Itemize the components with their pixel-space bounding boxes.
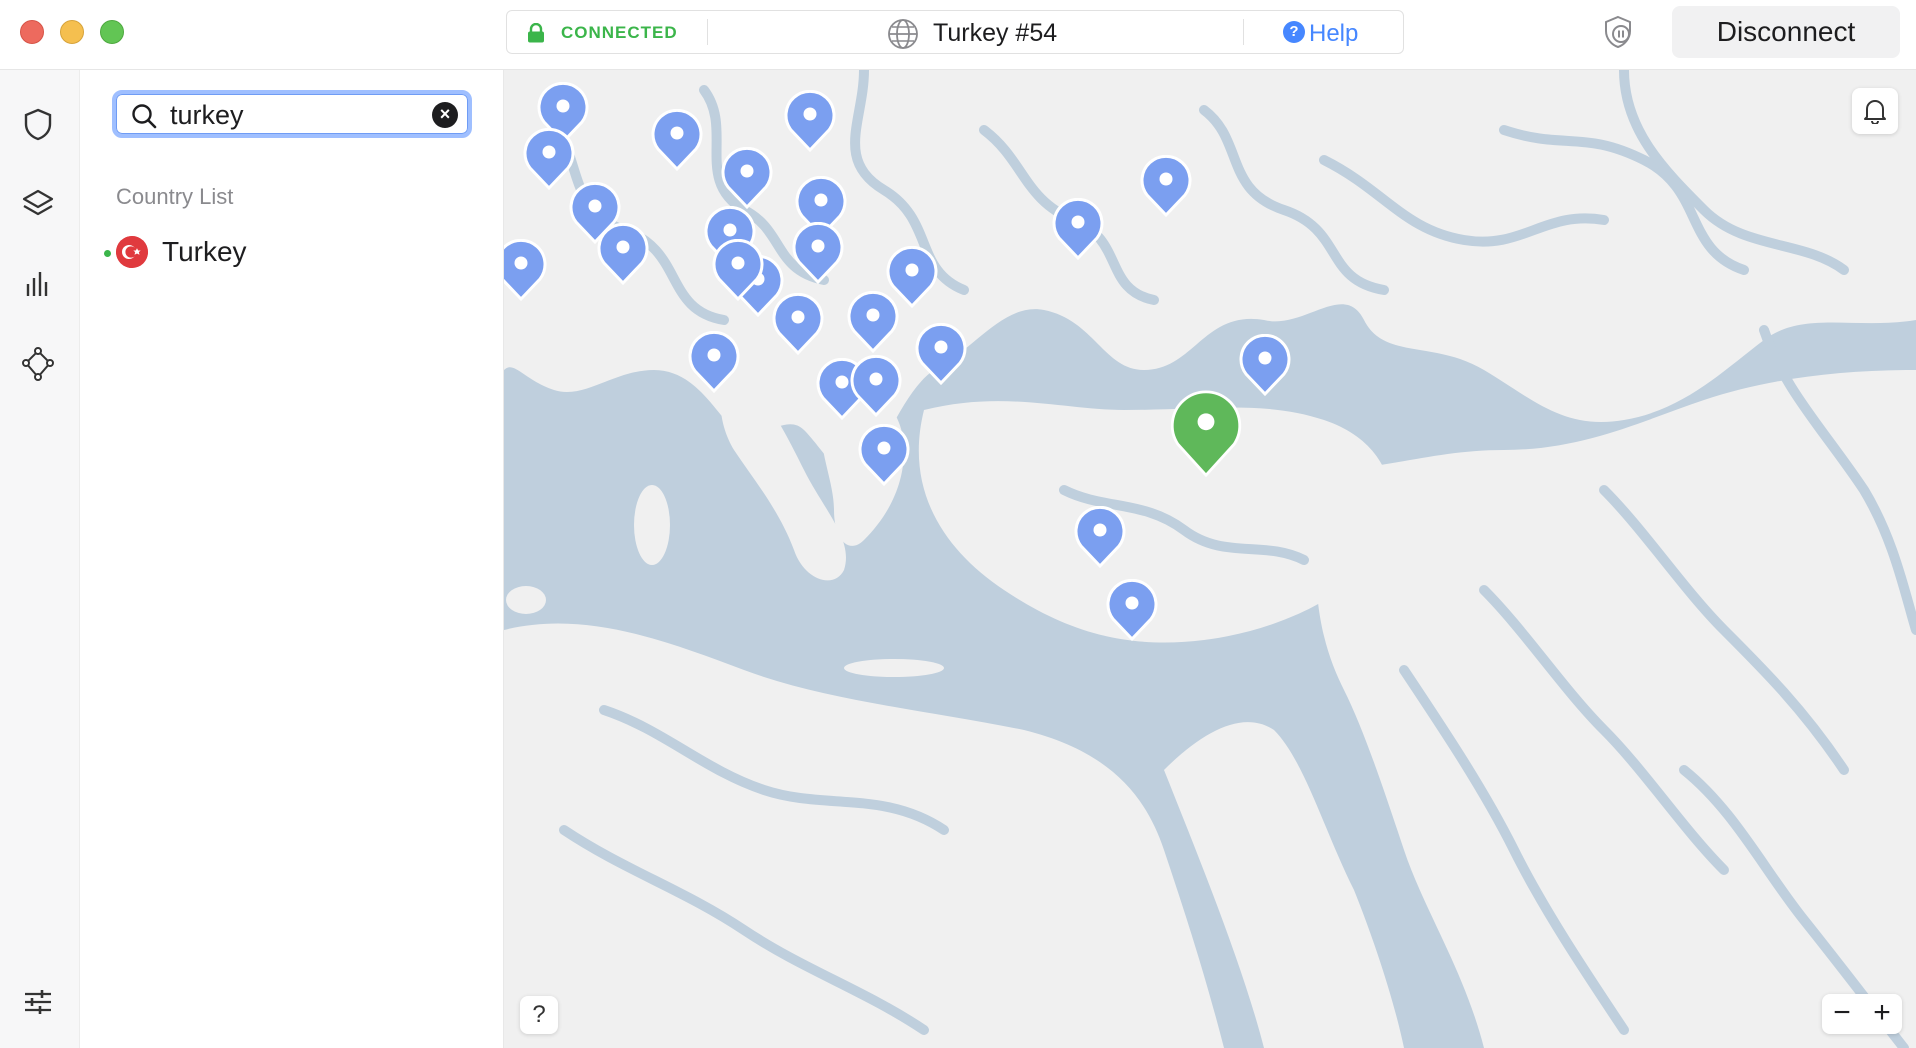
zoom-controls: − + — [1822, 994, 1902, 1034]
active-server-pin[interactable] — [1168, 388, 1244, 478]
connection-status-bar: CONNECTED Turkey #54 ? Help — [506, 10, 1404, 54]
help-icon[interactable]: ? — [1283, 21, 1305, 43]
server-pin[interactable] — [1051, 198, 1105, 262]
server-map[interactable]: ? − + — [504, 70, 1916, 1048]
country-list-heading: Country List — [116, 184, 234, 209]
server-pin[interactable] — [846, 291, 900, 355]
minimize-window-button[interactable] — [60, 20, 84, 44]
lock-icon — [528, 23, 544, 43]
clear-search-icon[interactable]: × — [432, 102, 458, 128]
country-list-item[interactable]: Turkey — [100, 230, 480, 274]
server-pin[interactable] — [849, 355, 903, 419]
shield-icon[interactable] — [20, 106, 56, 142]
notifications-button[interactable] — [1852, 88, 1898, 134]
server-pin[interactable] — [711, 239, 765, 303]
server-pin[interactable] — [720, 147, 774, 211]
connected-indicator — [104, 250, 111, 257]
server-pin[interactable] — [1105, 579, 1159, 643]
server-pin[interactable] — [650, 109, 704, 173]
server-pin[interactable] — [687, 331, 741, 395]
close-window-button[interactable] — [20, 20, 44, 44]
divider — [707, 19, 708, 45]
globe-icon — [888, 19, 918, 49]
zoom-in-button[interactable]: + — [1864, 996, 1900, 1032]
server-pin[interactable] — [783, 90, 837, 154]
bell-icon — [1864, 100, 1886, 124]
zoom-out-button[interactable]: − — [1824, 996, 1860, 1032]
help-link[interactable]: Help — [1309, 20, 1358, 48]
disconnect-button[interactable]: Disconnect — [1672, 6, 1900, 58]
navigation-rail — [0, 70, 80, 1048]
stats-icon[interactable] — [20, 266, 56, 302]
pause-protection-icon[interactable] — [1600, 14, 1636, 50]
search-box[interactable]: × — [112, 90, 472, 138]
server-pin[interactable] — [1139, 155, 1193, 219]
connection-status-label: CONNECTED — [561, 23, 678, 42]
server-sidebar: × Country List Turkey — [80, 70, 504, 1048]
server-pin[interactable] — [1073, 506, 1127, 570]
server-pin[interactable] — [771, 293, 825, 357]
layers-icon[interactable] — [20, 186, 56, 222]
turkey-flag-icon — [116, 236, 148, 268]
divider — [1243, 19, 1244, 45]
title-bar: CONNECTED Turkey #54 ? Help Disconnect — [0, 0, 1916, 70]
meshnet-icon[interactable] — [20, 346, 56, 382]
zoom-window-button[interactable] — [100, 20, 124, 44]
search-icon — [132, 104, 157, 129]
country-name: Turkey — [162, 236, 247, 267]
map-help-button[interactable]: ? — [520, 996, 558, 1034]
server-pin[interactable] — [504, 239, 548, 303]
current-server-label[interactable]: Turkey #54 — [933, 19, 1057, 48]
server-pin[interactable] — [914, 323, 968, 387]
server-pin[interactable] — [596, 223, 650, 287]
settings-sliders-icon[interactable] — [20, 984, 56, 1020]
search-input[interactable] — [170, 98, 420, 132]
server-pin[interactable] — [1238, 334, 1292, 398]
server-pin[interactable] — [857, 424, 911, 488]
server-pin[interactable] — [791, 222, 845, 286]
